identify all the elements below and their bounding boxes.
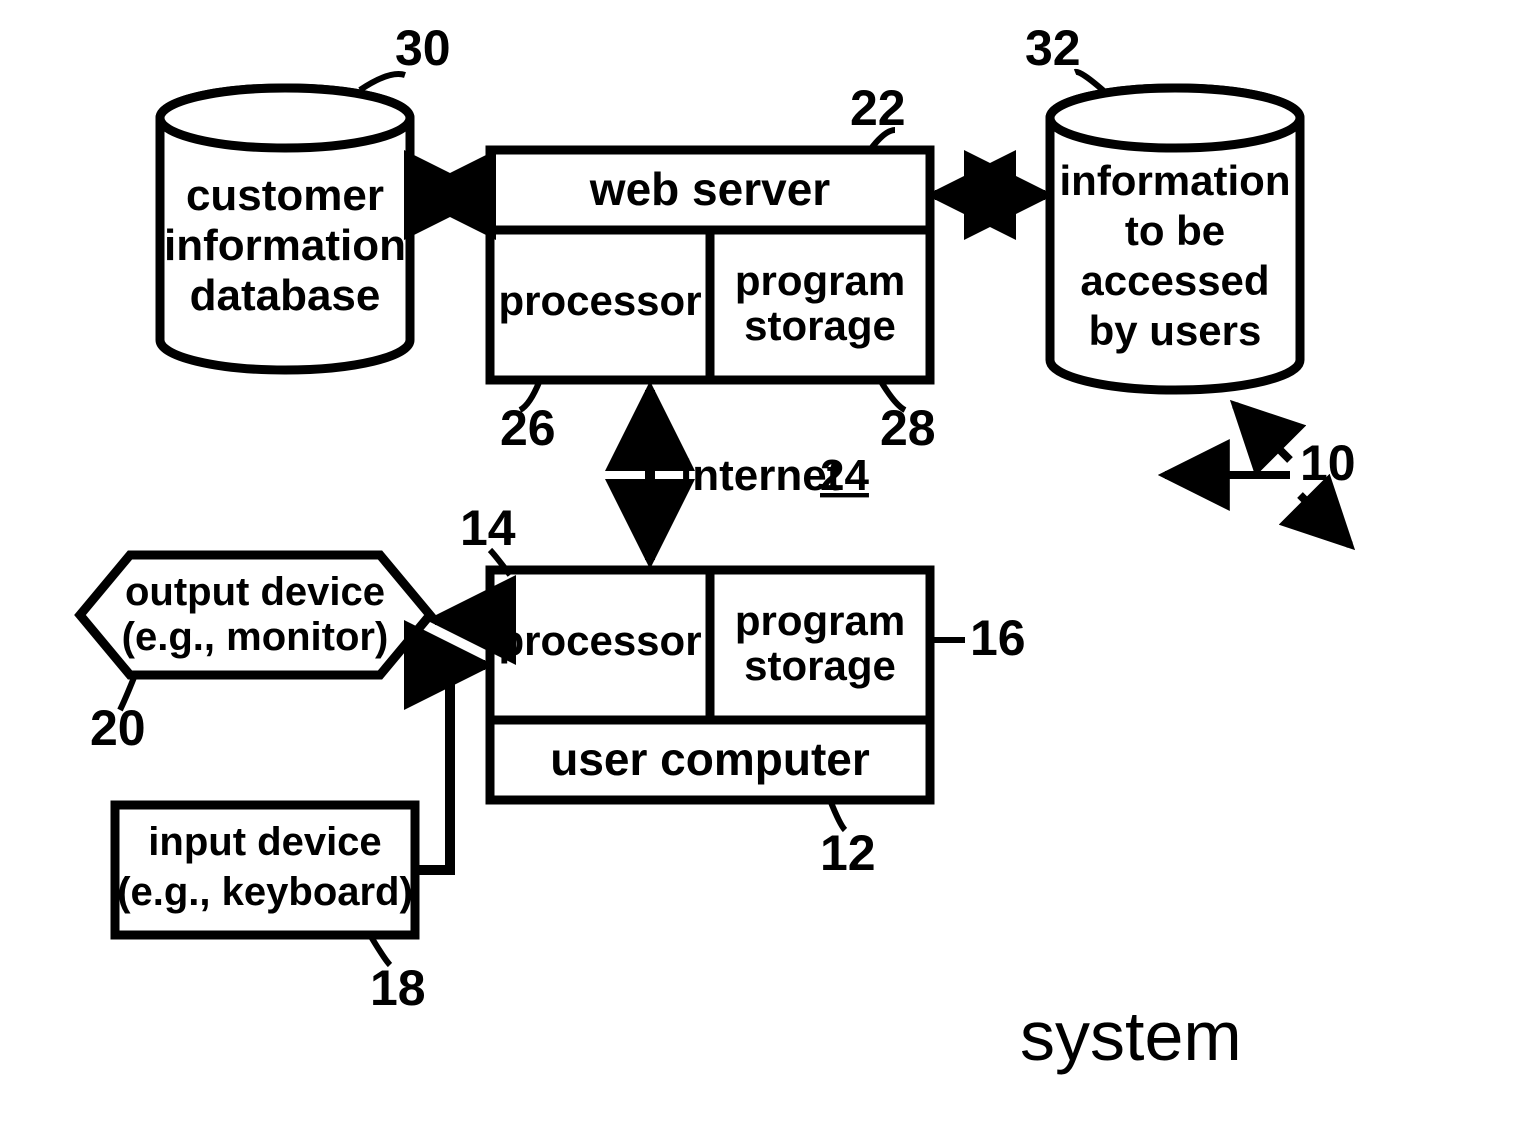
system-ref-group: 10 [1165, 405, 1356, 545]
db-info-line1: information [1060, 157, 1291, 204]
input-device-block: input device (e.g., keyboard) [115, 805, 415, 935]
web-server-ref: 22 [850, 80, 906, 136]
uc-processor-label: processor [498, 617, 701, 664]
uc-storage-ref: 16 [970, 610, 1026, 666]
web-server-block: web server processor program storage [490, 150, 930, 380]
web-server-label: web server [589, 163, 830, 215]
user-computer-label: user computer [550, 733, 870, 785]
input-device-ref: 18 [370, 960, 426, 1016]
db-customer-line1: customer [186, 171, 384, 220]
user-computer-ref: 12 [820, 825, 876, 881]
db-customer: customer information database [160, 88, 410, 370]
ws-storage-ref: 28 [880, 400, 936, 456]
uc-storage-line2: storage [744, 642, 896, 689]
db-customer-ref: 30 [395, 20, 451, 76]
arrow-input-to-processor [415, 665, 485, 870]
system-ref: 10 [1300, 435, 1356, 491]
ws-processor-label: processor [498, 277, 701, 324]
uc-storage-line1: program [735, 597, 905, 644]
db-info-line4: by users [1089, 307, 1262, 354]
db-customer-line3: database [190, 271, 381, 320]
output-device-block: output device (e.g., monitor) [80, 555, 430, 675]
ws-processor-ref: 26 [500, 400, 556, 456]
db-info-line3: accessed [1080, 257, 1269, 304]
input-device-line2: (e.g., keyboard) [117, 870, 413, 914]
input-device-line1: input device [148, 820, 381, 864]
output-device-line2: (e.g., monitor) [122, 615, 389, 659]
output-device-line1: output device [125, 570, 385, 614]
system-label: system [1020, 997, 1242, 1075]
db-info-line2: to be [1125, 207, 1225, 254]
output-device-ref: 20 [90, 700, 146, 756]
db-info: information to be accessed by users [1050, 88, 1300, 390]
uc-processor-ref: 14 [460, 500, 516, 556]
ws-storage-line2: storage [744, 302, 896, 349]
db-customer-line2: information [164, 221, 406, 270]
db-info-ref: 32 [1025, 20, 1081, 76]
internet-label: internet [680, 451, 842, 500]
user-computer-block: user computer processor program storage [490, 570, 930, 800]
internet-ref: 24 [820, 451, 869, 500]
ws-storage-line1: program [735, 257, 905, 304]
